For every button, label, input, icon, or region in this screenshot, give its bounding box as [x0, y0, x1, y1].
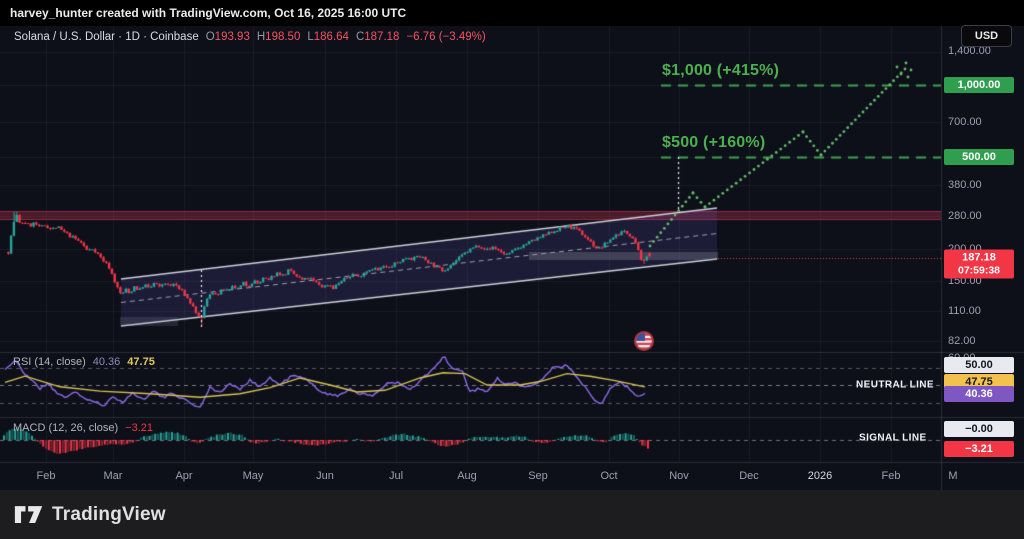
price-scale-badge: 1,000.00 — [944, 77, 1014, 93]
macd-value: −3.21 — [125, 422, 153, 434]
tradingview-wordmark: TradingView — [52, 504, 166, 526]
price-scale-label: 110.00 — [948, 305, 981, 317]
time-axis-label: May — [243, 470, 264, 482]
time-axis-label: M — [948, 470, 957, 482]
ohlc-value-L: 186.64 — [314, 31, 349, 43]
rsi-value: 40.36 — [93, 356, 121, 368]
time-axis[interactable]: Feb Mar Apr May Jun Jul Aug Sep Oct Nov Dec 2026 Feb… — [0, 462, 1024, 490]
rsi-ma-value: 47.75 — [127, 356, 155, 368]
symbol-title[interactable]: Solana / U.S. Dollar · 1D · Coinbase — [14, 31, 199, 43]
time-axis-label: Mar — [104, 470, 123, 482]
badge-value: 40.36 — [948, 388, 1010, 400]
time-axis-label: Jul — [389, 470, 403, 482]
currency-toggle-button[interactable]: USD — [961, 25, 1012, 47]
time-axis-label: Apr — [175, 470, 192, 482]
time-axis-label: Feb — [882, 470, 901, 482]
ohlc-values: O193.93H198.50L186.64C187.18 — [199, 31, 400, 43]
footer-bar: TradingView — [0, 490, 1024, 539]
neutral-line-label[interactable]: NEUTRAL LINE — [856, 380, 934, 391]
price-scale-badge: 50.00 — [944, 357, 1014, 373]
price-scale-badge: −0.00 — [944, 421, 1014, 437]
rsi-header: RSI (14, close) 40.36 47.75 — [13, 356, 155, 368]
time-axis-label: Sep — [528, 470, 548, 482]
price-scale[interactable]: 1,400.00700.00380.00280.00200.00150.0011… — [941, 26, 1024, 462]
badge-value: −3.21 — [948, 443, 1010, 455]
badge-value: 50.00 — [948, 359, 1010, 371]
macd-title: MACD (12, 26, close) — [13, 422, 118, 434]
time-axis-label: Dec — [739, 470, 759, 482]
ohlc-label-H: H — [257, 31, 265, 43]
badge-value: 187.18 — [948, 252, 1010, 264]
time-axis-label: Oct — [600, 470, 617, 482]
badge-value: 1,000.00 — [948, 79, 1010, 91]
time-axis-label: Aug — [457, 470, 477, 482]
target-label-1000[interactable]: $1,000 (+415%) — [662, 62, 779, 80]
tradingview-logo-icon — [14, 504, 44, 526]
ohlc-value-O: 193.93 — [215, 31, 250, 43]
tradingview-chart-window: harvey_hunter created with TradingView.c… — [0, 0, 1024, 539]
price-scale-label: 380.00 — [948, 179, 982, 191]
price-scale-label: 280.00 — [948, 210, 982, 222]
price-scale-badge: 40.36 — [944, 386, 1014, 402]
ohlc-value-H: 198.50 — [265, 31, 300, 43]
time-axis-label: Nov — [669, 470, 689, 482]
symbol-info[interactable]: Solana / U.S. Dollar · 1D · Coinbase O193… — [14, 31, 486, 43]
rsi-title: RSI (14, close) — [13, 356, 86, 368]
chart-canvas[interactable] — [0, 0, 1024, 539]
badge-value: 500.00 — [948, 151, 1010, 163]
countdown: 07:59:38 — [948, 265, 1010, 277]
attribution-bar: harvey_hunter created with TradingView.c… — [0, 0, 1024, 26]
price-scale-label: 82.00 — [948, 335, 976, 347]
time-axis-label: Jun — [316, 470, 334, 482]
macd-header: MACD (12, 26, close) −3.21 — [13, 422, 153, 434]
target-label-500[interactable]: $500 (+160%) — [662, 134, 765, 152]
price-scale-badge: 500.00 — [944, 149, 1014, 165]
time-axis-label: 2026 — [808, 470, 832, 482]
badge-value: −0.00 — [948, 423, 1010, 435]
price-change: −6.76 (−3.49%) — [406, 31, 485, 43]
ohlc-value-C: 187.18 — [364, 31, 399, 43]
time-axis-label: Feb — [37, 470, 56, 482]
ohlc-label-O: O — [206, 31, 215, 43]
price-scale-badge: 187.1807:59:38 — [944, 250, 1014, 279]
price-scale-badge: −3.21 — [944, 441, 1014, 457]
signal-line-label[interactable]: SIGNAL LINE — [859, 433, 927, 444]
attribution-text: harvey_hunter created with TradingView.c… — [10, 6, 406, 20]
price-scale-label: 700.00 — [948, 116, 982, 128]
